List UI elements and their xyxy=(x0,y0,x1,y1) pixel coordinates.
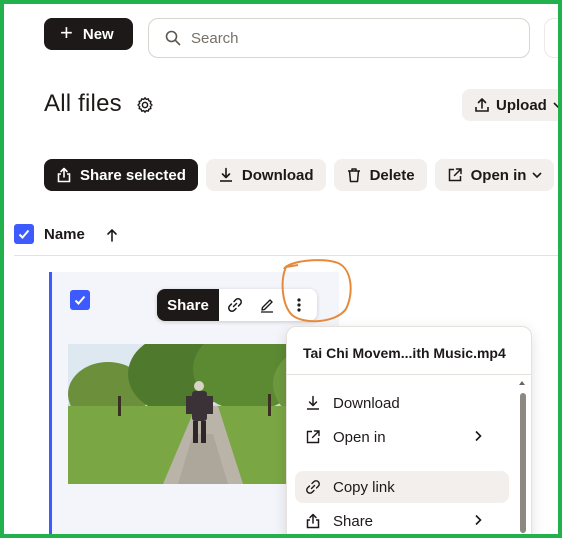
menu-divider xyxy=(287,374,531,375)
search-icon xyxy=(165,30,181,46)
share-button[interactable]: Share xyxy=(157,289,219,321)
select-all-checkbox[interactable] xyxy=(14,224,34,244)
menu-item-open-in[interactable]: Open in xyxy=(295,421,509,453)
rename-button[interactable] xyxy=(251,289,283,321)
delete-button[interactable]: Delete xyxy=(333,159,427,191)
open-in-button[interactable]: Open in xyxy=(434,159,555,191)
chevron-down-icon xyxy=(532,172,543,179)
more-vertical-icon xyxy=(297,298,301,312)
open-in-label: Open in xyxy=(470,166,527,184)
new-button[interactable]: + New xyxy=(44,18,133,50)
list-header: Name xyxy=(14,222,558,256)
delete-label: Delete xyxy=(369,166,415,184)
plus-icon: + xyxy=(60,20,73,45)
gear-icon[interactable] xyxy=(136,96,154,114)
menu-item-label: Open in xyxy=(333,428,386,446)
scroll-up-arrow-icon[interactable] xyxy=(518,379,526,387)
trash-icon xyxy=(347,168,360,183)
chevron-right-icon xyxy=(475,514,482,526)
menu-item-label: Share xyxy=(333,512,374,530)
share-icon xyxy=(57,167,71,183)
download-label: Download xyxy=(241,166,314,184)
file-hover-toolbar: Share xyxy=(157,289,317,321)
action-toolbar: Share selected Download Delete Open in xyxy=(44,159,558,191)
name-column-header[interactable]: Name xyxy=(44,226,85,243)
chevron-down-icon xyxy=(553,102,558,109)
sort-ascending-icon[interactable] xyxy=(106,228,118,242)
file-browser: + New Search All files Upload Share sele… xyxy=(4,4,558,534)
new-button-label: New xyxy=(82,25,114,43)
file-checkbox[interactable] xyxy=(70,290,90,310)
menu-item-label: Copy link xyxy=(333,478,395,496)
menu-file-name: Tai Chi Movem...ith Music.mp4 xyxy=(303,345,506,361)
menu-item-download[interactable]: Download xyxy=(295,387,509,419)
pencil-icon xyxy=(261,299,273,313)
chevron-right-icon xyxy=(475,430,482,442)
search-placeholder: Search xyxy=(191,29,239,47)
copy-link-button[interactable] xyxy=(219,289,251,321)
help-button[interactable] xyxy=(544,18,558,58)
file-context-menu: Tai Chi Movem...ith Music.mp4 Download O… xyxy=(286,326,532,534)
more-options-button[interactable] xyxy=(283,289,315,321)
checkmark-icon xyxy=(18,229,30,239)
checkmark-icon xyxy=(74,295,86,305)
search-input[interactable]: Search xyxy=(148,18,530,58)
page-title: All files xyxy=(44,90,122,117)
share-selected-button[interactable]: Share selected xyxy=(44,159,198,191)
upload-button[interactable]: Upload xyxy=(462,89,558,121)
upload-icon xyxy=(475,98,489,112)
link-icon xyxy=(228,298,242,312)
open-external-icon xyxy=(306,430,320,444)
link-icon xyxy=(306,480,320,494)
share-icon xyxy=(306,513,320,529)
menu-item-label: Download xyxy=(333,394,400,412)
download-icon xyxy=(307,395,319,410)
menu-scrollbar[interactable] xyxy=(520,393,526,533)
download-icon xyxy=(219,167,232,182)
menu-item-share[interactable]: Share xyxy=(295,505,509,534)
upload-label: Upload xyxy=(496,96,547,114)
share-selected-label: Share selected xyxy=(80,166,186,184)
download-button[interactable]: Download xyxy=(205,159,326,191)
menu-item-copy-link[interactable]: Copy link xyxy=(295,471,509,503)
open-external-icon xyxy=(448,168,462,182)
